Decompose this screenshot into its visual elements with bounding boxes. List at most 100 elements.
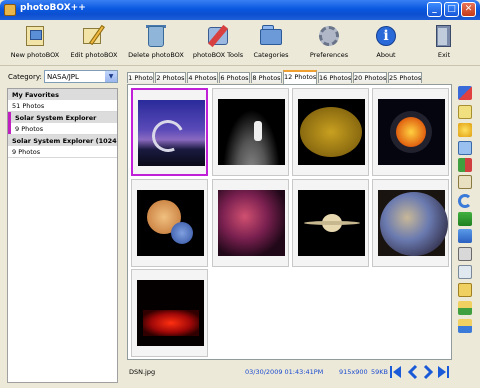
toolbar: New photoBOX Edit photoBOX Delete photoB… — [0, 20, 480, 66]
status-filesize: 59KB — [371, 368, 388, 376]
about-icon: i — [373, 23, 399, 49]
document-icon[interactable] — [458, 265, 472, 279]
star-icon[interactable] — [458, 123, 472, 137]
about-label: About — [376, 51, 396, 59]
resize-icon[interactable] — [458, 175, 472, 189]
arrow-left-icon[interactable] — [458, 212, 472, 226]
photo-grid — [127, 84, 452, 360]
delete-photobox-icon — [143, 23, 169, 49]
minimize-button[interactable]: _ — [427, 2, 442, 17]
next-page-button[interactable] — [421, 364, 435, 380]
new-photobox-label: New photoBOX — [10, 51, 60, 59]
photobox-tools-label: photoBOX Tools — [192, 51, 244, 59]
photo-thumbnail[interactable] — [131, 88, 208, 176]
first-page-icon — [390, 366, 401, 378]
close-button[interactable]: ✕ — [461, 2, 476, 17]
photo-deep-space-antenna — [138, 100, 205, 166]
photobox-name: My Favorites — [8, 89, 117, 100]
photobox-list-item[interactable]: Solar System Explorer 9 Photos — [8, 112, 117, 135]
tab-20-photos[interactable]: 20 Photos — [353, 72, 387, 83]
edit-photobox-icon — [81, 23, 107, 49]
photo-solar-system — [378, 99, 445, 165]
exit-icon — [431, 23, 457, 49]
tab-16-photos[interactable]: 16 Photos — [318, 72, 352, 83]
previous-page-button[interactable] — [406, 364, 420, 380]
last-page-button[interactable] — [436, 364, 450, 380]
exit-label: Exit — [437, 51, 451, 59]
photobox-count: 9 Photos — [8, 123, 117, 134]
side-tools — [456, 84, 476, 360]
photobox-count: 9 Photos — [8, 146, 117, 157]
new-photobox-icon — [22, 23, 48, 49]
tab-2-photos[interactable]: 2 Photos — [155, 72, 186, 83]
about-button[interactable]: i About — [366, 20, 406, 66]
photobox-count: 51 Photos — [8, 100, 117, 111]
folder-open-icon[interactable] — [458, 319, 472, 333]
tab-12-photos[interactable]: 12 Photos — [283, 70, 317, 84]
category-value: NASA/JPL — [47, 73, 79, 81]
print-icon[interactable] — [458, 247, 472, 261]
photo-horsehead-nebula — [218, 190, 285, 256]
color-adjust-icon[interactable] — [458, 158, 472, 172]
photo-mercury — [378, 190, 448, 256]
photobox-list-item[interactable]: My Favorites 51 Photos — [8, 89, 117, 112]
status-dimensions: 915x900 — [339, 368, 368, 376]
photo-sun-red-flare — [137, 280, 204, 346]
previous-icon — [407, 364, 418, 380]
move-icon[interactable] — [458, 229, 472, 243]
photobox-name: Solar System Explorer (1024... — [8, 135, 117, 146]
slideshow-icon[interactable] — [458, 86, 472, 100]
photo-thumbnail[interactable] — [212, 88, 289, 176]
category-select[interactable]: NASA/JPL ▼ — [44, 70, 118, 83]
photo-thumbnail[interactable] — [212, 179, 289, 267]
category-label: Category: — [8, 73, 42, 81]
maximize-button[interactable]: □ — [444, 2, 459, 17]
photo-thumbnail[interactable] — [292, 179, 369, 267]
chevron-down-icon[interactable]: ▼ — [105, 71, 117, 82]
tab-25-photos[interactable]: 25 Photos — [388, 72, 422, 83]
photobox-tools-icon — [205, 23, 231, 49]
gallery-icon[interactable] — [458, 141, 472, 155]
photobox-tools-button[interactable]: photoBOX Tools — [188, 20, 248, 66]
photo-saturn — [298, 190, 365, 256]
photo-moon-astronaut — [218, 99, 285, 165]
tab-4-photos[interactable]: 4 Photos — [187, 72, 218, 83]
edit-photobox-label: Edit photoBOX — [70, 51, 118, 59]
photo-sun-surface — [298, 99, 365, 165]
photobox-list-item[interactable]: Solar System Explorer (1024... 9 Photos — [8, 135, 117, 158]
window-title: photoBOX++ — [20, 3, 86, 13]
status-datetime: 03/30/2009 01:43:41PM — [245, 368, 324, 376]
new-photobox-button[interactable]: New photoBOX — [8, 20, 62, 66]
delete-photobox-button[interactable]: Delete photoBOX — [126, 20, 186, 66]
delete-photobox-label: Delete photoBOX — [128, 51, 184, 59]
photo-planets-montage — [137, 190, 204, 256]
tab-6-photos[interactable]: 6 Photos — [219, 72, 250, 83]
rotate-icon[interactable] — [458, 194, 472, 208]
photo-thumbnail[interactable] — [372, 88, 449, 176]
preferences-icon — [316, 23, 342, 49]
status-bar: DSN.jpg 03/30/2009 01:43:41PM 915x900 59… — [127, 363, 452, 383]
edit-photobox-button[interactable]: Edit photoBOX — [66, 20, 122, 66]
photo-thumbnail[interactable] — [372, 179, 449, 267]
photo-thumbnail[interactable] — [131, 179, 208, 267]
categories-icon — [258, 23, 284, 49]
categories-button[interactable]: Categories — [248, 20, 294, 66]
first-page-button[interactable] — [389, 364, 403, 380]
photo-thumbnail[interactable] — [131, 269, 208, 357]
preferences-label: Preferences — [309, 51, 349, 59]
photo-thumbnail[interactable] — [292, 88, 369, 176]
exit-button[interactable]: Exit — [426, 20, 462, 66]
last-page-icon — [438, 366, 449, 378]
tab-1-photo[interactable]: 1 Photo — [127, 72, 154, 83]
email-icon[interactable] — [458, 105, 472, 119]
status-filename: DSN.jpg — [129, 368, 156, 376]
title-bar: photoBOX++ _ □ ✕ — [0, 0, 480, 20]
folder-add-icon[interactable] — [458, 301, 472, 315]
categories-label: Categories — [253, 51, 289, 59]
preferences-button[interactable]: Preferences — [304, 20, 354, 66]
photobox-list: My Favorites 51 Photos Solar System Expl… — [7, 88, 118, 383]
photobox-name: Solar System Explorer — [8, 112, 117, 123]
tab-8-photos[interactable]: 8 Photos — [251, 72, 282, 83]
folder-icon[interactable] — [458, 283, 472, 297]
app-icon — [4, 4, 16, 16]
